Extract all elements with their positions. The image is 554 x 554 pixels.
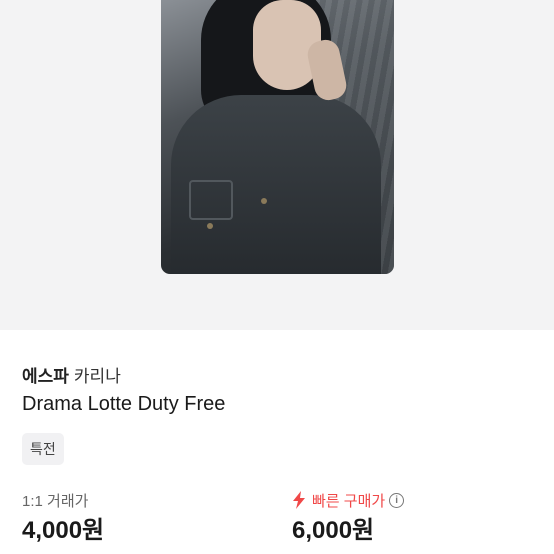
trade-price-block: 1:1 거래가 4,000원 bbox=[22, 490, 104, 546]
fast-price-value: 6,000원 bbox=[292, 517, 375, 544]
fast-price-block: 빠른 구매가 i 6,000원 bbox=[292, 490, 405, 546]
product-image-area bbox=[0, 0, 554, 330]
product-photo[interactable] bbox=[161, 0, 394, 274]
group-name: 에스파 bbox=[22, 367, 69, 386]
trade-price-value: 4,000원 bbox=[22, 517, 105, 544]
fast-price-label: 빠른 구매가 bbox=[312, 492, 386, 510]
product-tag: 특전 bbox=[22, 433, 64, 465]
lightning-bolt-icon bbox=[292, 491, 306, 509]
info-circle-icon[interactable]: i bbox=[389, 492, 405, 508]
photo-jacket-button bbox=[261, 198, 267, 204]
trade-price-label: 1:1 거래가 bbox=[22, 492, 89, 510]
product-title: Drama Lotte Duty Free bbox=[22, 393, 226, 415]
photo-jacket-button bbox=[207, 223, 213, 229]
photo-jacket-pocket bbox=[189, 180, 233, 220]
fast-price-header: 빠른 구매가 i bbox=[292, 490, 405, 510]
member-name: 카리나 bbox=[73, 367, 121, 386]
product-category: 에스파 카리나 bbox=[22, 362, 121, 387]
